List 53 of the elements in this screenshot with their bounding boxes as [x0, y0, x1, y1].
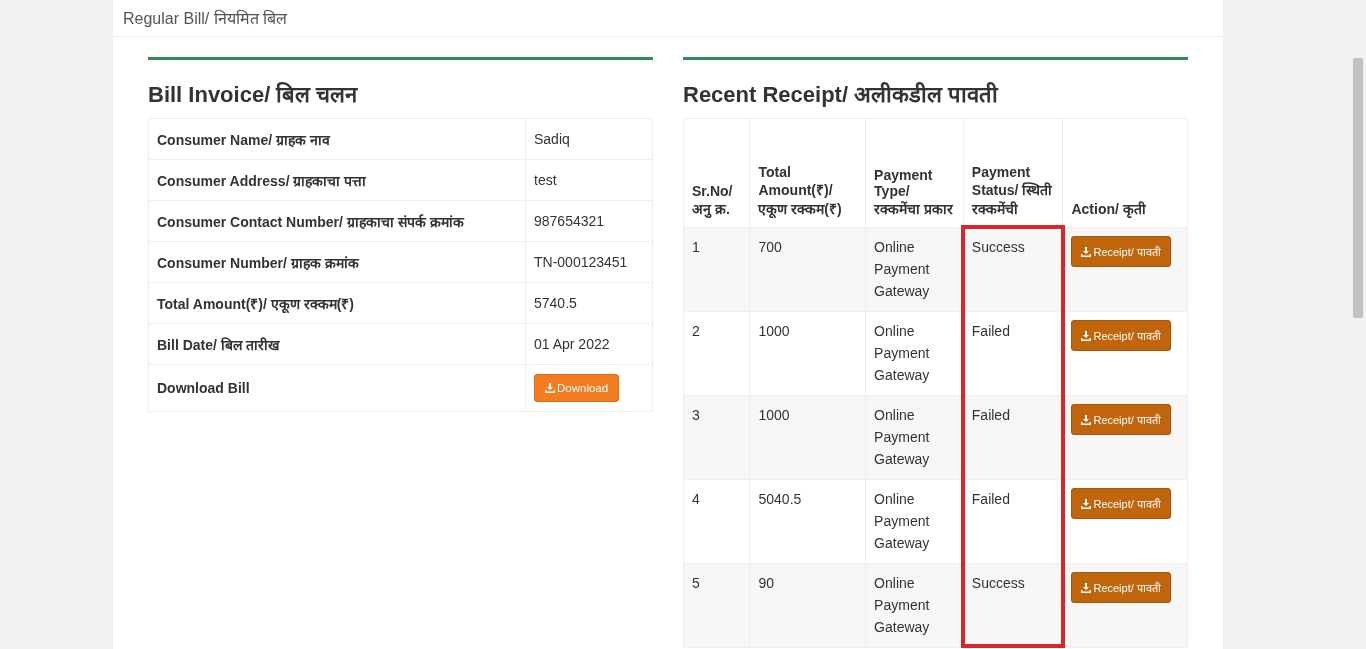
column-header: Payment Status/ स्थिती रक्कमेंची	[971, 164, 1054, 218]
download-icon	[1081, 330, 1092, 341]
section-title: Recent Receipt/ अलीकडील पावती	[683, 81, 999, 108]
download-icon	[1081, 582, 1092, 593]
download-icon	[545, 383, 555, 393]
field-value: 01 Apr 2022	[534, 336, 610, 352]
field-value: test	[534, 172, 557, 188]
field-label: Total Amount(₹)/ एकूण रक्कम(₹)	[157, 294, 354, 313]
receipt-button[interactable]: Receipt/ पावती	[1071, 236, 1171, 267]
payment-type: Online Payment Gateway	[874, 322, 931, 385]
download-button[interactable]: Download	[534, 374, 620, 402]
serial-number: 4	[692, 490, 700, 509]
receipt-button[interactable]: Receipt/ पावती	[1071, 488, 1171, 519]
column-header: Action/ कृती	[1071, 200, 1146, 218]
serial-number: 1	[692, 238, 700, 257]
receipt-button[interactable]: Receipt/ पावती	[1071, 572, 1171, 603]
amount: 700	[758, 238, 782, 257]
payment-type: Online Payment Gateway	[874, 490, 931, 553]
field-label: Consumer Name/ ग्राहक नाव	[157, 130, 330, 149]
field-label: Consumer Contact Number/ ग्राहकाचा संपर्क क्रमांक	[157, 212, 464, 231]
download-icon	[1081, 414, 1092, 425]
amount: 1000	[758, 406, 790, 425]
payment-status: Failed	[971, 490, 1010, 509]
column-header: Payment Type/ रक्कमेंचा प्रकार	[874, 167, 955, 218]
field-label: Consumer Address/ ग्राहकाचा पत्ता	[157, 171, 367, 190]
column-header: Sr.No/ अनु क्र.	[692, 183, 734, 218]
field-value: TN-000123451	[534, 254, 628, 270]
serial-number: 2	[692, 322, 700, 341]
payment-type: Online Payment Gateway	[874, 238, 931, 301]
field-value: 987654321	[534, 213, 605, 229]
section-title: Bill Invoice/ बिल चलन	[148, 81, 358, 108]
field-label: Download Bill	[157, 380, 250, 396]
payment-status: Failed	[971, 406, 1010, 425]
field-label: Consumer Number/ ग्राहक क्रमांक	[157, 253, 359, 272]
field-value: 5740.5	[534, 295, 577, 311]
download-icon	[1081, 498, 1092, 509]
payment-status: Failed	[971, 322, 1010, 341]
receipt-button[interactable]: Receipt/ पावती	[1071, 320, 1171, 351]
field-label: Bill Date/ बिल तारीख	[157, 335, 279, 354]
amount: 90	[758, 574, 775, 593]
download-icon	[1081, 246, 1092, 257]
serial-number: 5	[692, 574, 700, 593]
amount: 5040.5	[758, 490, 802, 509]
page-title: Regular Bill/ नियमित बिल	[123, 8, 288, 29]
payment-type: Online Payment Gateway	[874, 574, 931, 637]
field-value: Sadiq	[534, 131, 570, 147]
payment-status: Success	[971, 574, 1025, 593]
amount: 1000	[758, 322, 790, 341]
column-header: Total Amount(₹)/ एकूण रक्कम(₹)	[758, 164, 843, 218]
serial-number: 3	[692, 406, 700, 425]
payment-status: Success	[971, 238, 1025, 257]
receipt-button[interactable]: Receipt/ पावती	[1071, 404, 1171, 435]
payment-type: Online Payment Gateway	[874, 406, 931, 469]
